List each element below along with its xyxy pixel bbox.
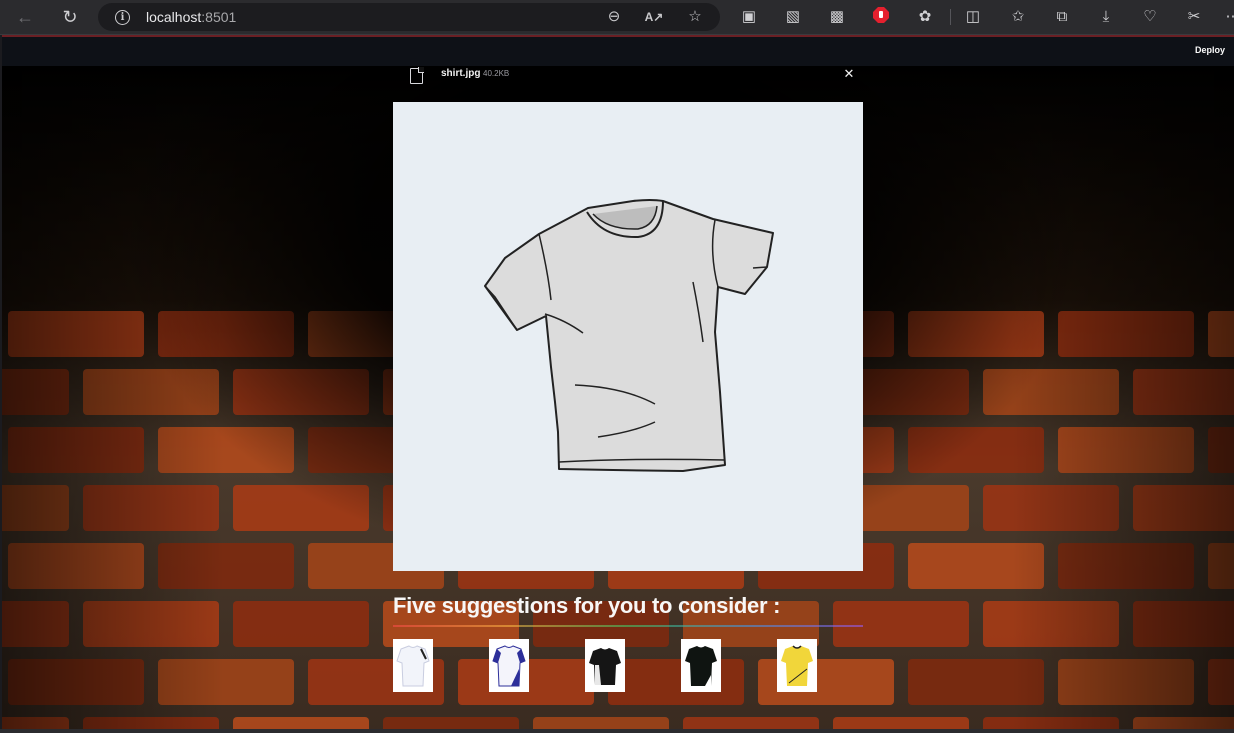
suggestions-heading: Five suggestions for you to consider :: [393, 593, 781, 618]
suggestion-shirt-5[interactable]: [777, 639, 817, 692]
reading-view-icon[interactable]: ▧: [782, 6, 804, 28]
suggestion-shirt-1[interactable]: [393, 639, 433, 692]
extension-image-icon[interactable]: ▩: [826, 6, 848, 28]
app-header: Deploy: [2, 35, 1234, 68]
file-icon: [410, 67, 424, 84]
uploaded-file-size: 40.2KB: [483, 69, 510, 78]
screenshot-icon[interactable]: ✂: [1183, 6, 1205, 28]
suggestion-shirt-4[interactable]: [681, 639, 721, 692]
zoom-out-icon[interactable]: ⊖: [604, 7, 624, 27]
back-arrow-icon[interactable]: ←: [12, 5, 38, 29]
address-bar[interactable]: i localhost:8501 ⊖ A↗ ☆: [98, 3, 720, 31]
split-screen-icon[interactable]: ◫: [962, 6, 984, 28]
deploy-button[interactable]: Deploy: [1195, 45, 1225, 55]
toolbar-divider: [950, 9, 951, 25]
collections-icon[interactable]: ⧉: [1051, 6, 1073, 28]
uploaded-shirt-image: [393, 102, 863, 571]
app-main: shirt.jpg 40.2KB ✕ Five suggestions for …: [2, 66, 1234, 733]
window-bottom-edge: [0, 729, 1234, 733]
more-menu-icon[interactable]: ⋯: [1222, 6, 1234, 28]
suggestion-shirt-3[interactable]: [585, 639, 625, 692]
reload-icon[interactable]: ↻: [57, 5, 83, 29]
browser-toolbar: ← ↻ i localhost:8501 ⊖ A↗ ☆ ▣ ▧ ▩ ✿ ◫ ✩ …: [0, 0, 1234, 35]
adblock-extension-icon[interactable]: [870, 6, 892, 28]
read-aloud-icon[interactable]: A↗: [644, 7, 664, 27]
uploaded-file-name: shirt.jpg: [441, 68, 481, 79]
extensions-puzzle-icon[interactable]: ✿: [914, 6, 936, 28]
uploaded-file-row: shirt.jpg 40.2KB ✕: [408, 66, 858, 88]
url-text: localhost:8501: [146, 9, 237, 25]
site-info-icon[interactable]: i: [115, 10, 130, 25]
remove-file-close-icon[interactable]: ✕: [841, 66, 857, 82]
browser-essentials-icon[interactable]: ♡: [1139, 6, 1161, 28]
shirt-drawing: [484, 199, 774, 472]
tab-icon[interactable]: ▣: [738, 6, 760, 28]
favorites-icon[interactable]: ✩: [1007, 6, 1029, 28]
suggestion-shirt-2[interactable]: [489, 639, 529, 692]
favorite-star-icon[interactable]: ☆: [685, 7, 705, 27]
downloads-icon[interactable]: ⤓: [1095, 6, 1117, 28]
heading-divider: [393, 625, 863, 627]
